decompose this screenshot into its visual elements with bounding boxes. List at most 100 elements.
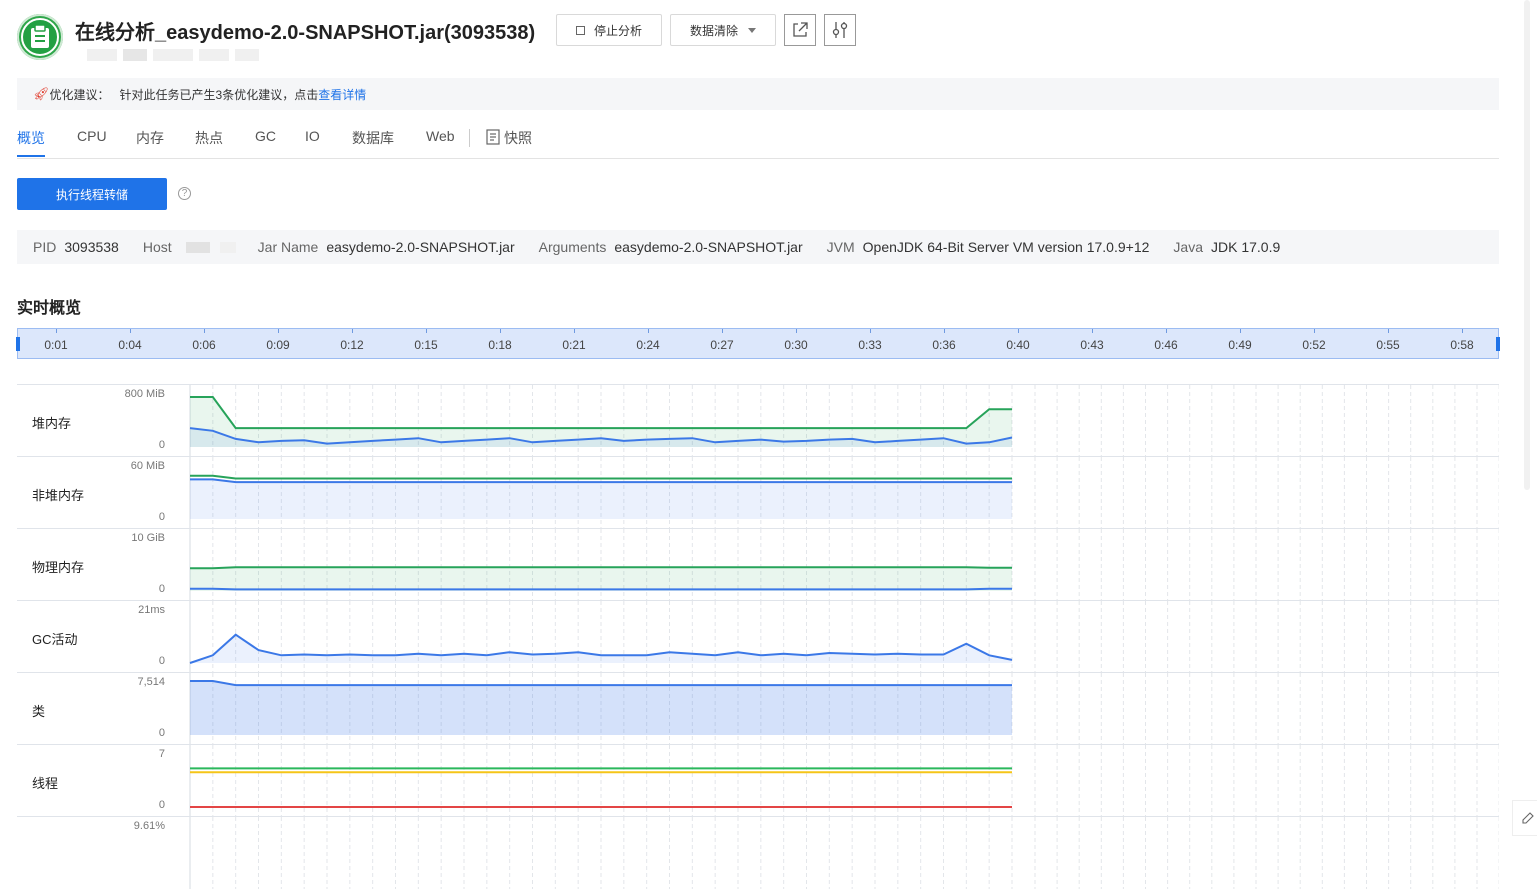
metric-chart[interactable] <box>17 745 1499 817</box>
page-header: 在线分析_easydemo-2.0-SNAPSHOT.jar(3093538) … <box>17 12 1497 64</box>
timeline-tick-mark <box>1314 329 1315 333</box>
metric-min-label: 0 <box>158 655 165 667</box>
metric-row: 物理内存 10 GiB 0 <box>17 528 1499 601</box>
metric-min-label: 0 <box>158 799 165 811</box>
metric-row: 9.61% <box>17 816 1499 889</box>
timeline-tick-mark <box>796 329 797 333</box>
timeline-tick-mark <box>648 329 649 333</box>
rocket-icon: 🚀︎ <box>33 86 50 101</box>
timeline-tick-label: 0:27 <box>710 338 734 352</box>
java-value: JDK 17.0.9 <box>1210 239 1281 255</box>
tab-database[interactable]: 数据库 <box>352 128 394 148</box>
timeline-tick-label: 0:15 <box>414 338 438 352</box>
timeline-tick-mark <box>1092 329 1093 333</box>
metric-name: 非堆内存 <box>32 488 85 503</box>
tab-memory[interactable]: 内存 <box>136 128 164 148</box>
timeline-tick-mark <box>500 329 501 333</box>
host-label: Host <box>142 239 172 255</box>
clear-data-dropdown[interactable]: 数据清除 <box>670 14 776 46</box>
metric-chart[interactable] <box>17 529 1499 601</box>
clipboard-icon <box>31 24 49 48</box>
metric-chart[interactable] <box>17 673 1499 745</box>
question-circle-icon[interactable]: ? <box>178 187 191 200</box>
page-scrollbar[interactable] <box>1524 0 1530 490</box>
metric-max-label: 800 MiB <box>124 388 165 400</box>
series-area <box>190 479 1012 519</box>
metric-max-label: 21ms <box>138 604 165 616</box>
metric-min-label: 0 <box>158 439 165 451</box>
tab-gc[interactable]: GC <box>255 128 276 144</box>
metric-chart[interactable] <box>17 385 1499 457</box>
metric-max-label: 60 MiB <box>130 460 165 472</box>
metric-max-label: 7 <box>158 748 165 760</box>
metric-min-label: 0 <box>158 583 165 595</box>
chevron-down-icon <box>748 27 756 33</box>
timeline-tick-mark <box>722 329 723 333</box>
timeline-tick-mark <box>870 329 871 333</box>
host-value-redacted <box>185 241 210 253</box>
series-line <box>190 566 1012 570</box>
subtitle-redacted <box>87 48 307 61</box>
metric-chart[interactable] <box>17 817 1499 889</box>
series-line <box>190 474 1012 480</box>
java-label: Java <box>1173 239 1203 255</box>
timeline-tick-label: 0:52 <box>1302 338 1326 352</box>
timeline-tick-mark <box>204 329 205 333</box>
pid-label: PID <box>33 239 57 255</box>
feedback-tab[interactable] <box>1512 800 1537 836</box>
timeline-tick-label: 0:24 <box>636 338 660 352</box>
timeline-range-selector[interactable]: 0:01 0:04 0:06 0:09 0:12 0:15 0:18 0:21 0:24 0:27… <box>16 328 1500 359</box>
timeline-tick-label: 0:30 <box>784 338 808 352</box>
settings-button[interactable] <box>824 14 856 46</box>
metric-max-label: 7,514 <box>137 676 165 688</box>
timeline-tick-mark <box>1388 329 1389 333</box>
metric-row: 类 7,514 0 <box>17 672 1499 745</box>
share-button[interactable] <box>784 14 816 46</box>
metric-name: 线程 <box>32 776 59 791</box>
timeline-tick-mark <box>1240 329 1241 333</box>
sliders-icon <box>832 22 848 38</box>
timeline-tick-label: 0:06 <box>192 338 216 352</box>
metric-chart[interactable] <box>17 457 1499 529</box>
metric-row: 线程 7 0 <box>17 744 1499 817</box>
tab-snapshot[interactable]: 快照 <box>485 128 532 148</box>
tab-hotspot[interactable]: 热点 <box>195 128 223 148</box>
metric-row: 堆内存 800 MiB 0 <box>17 384 1499 457</box>
tab-io[interactable]: IO <box>305 128 320 144</box>
tab-overview[interactable]: 概览 <box>17 128 45 148</box>
stop-analysis-button[interactable]: 停止分析 <box>556 14 662 46</box>
timeline-tick-mark <box>278 329 279 333</box>
metric-max-label: 10 GiB <box>131 532 165 544</box>
metric-row: GC活动 21ms 0 <box>17 600 1499 673</box>
timeline-tick-label: 0:01 <box>44 338 68 352</box>
timeline-tick-label: 0:12 <box>340 338 364 352</box>
timeline-left-handle[interactable] <box>16 337 20 351</box>
series-area <box>190 681 1012 735</box>
jvm-label: JVM <box>826 239 855 255</box>
active-tab-indicator <box>17 155 45 157</box>
timeline-right-handle[interactable] <box>1496 337 1500 351</box>
tab-separator <box>469 129 470 147</box>
metric-min-label: 0 <box>158 511 165 523</box>
timeline-tick-label: 0:04 <box>118 338 142 352</box>
tab-cpu[interactable]: CPU <box>77 128 107 144</box>
timeline-tick-label: 0:36 <box>932 338 956 352</box>
arguments-label: Arguments <box>538 239 607 255</box>
timeline-tick-label: 0:58 <box>1450 338 1474 352</box>
metric-max-label: 9.61% <box>133 820 165 832</box>
timeline-tick-label: 0:18 <box>488 338 512 352</box>
thread-dump-button[interactable]: 执行线程转储 <box>17 178 167 210</box>
view-details-link[interactable]: 查看详情 <box>318 86 366 103</box>
arguments-value: easydemo-2.0-SNAPSHOT.jar <box>614 239 803 255</box>
timeline-tick-mark <box>1166 329 1167 333</box>
metric-name: 物理内存 <box>32 560 85 575</box>
timeline-tick-label: 0:21 <box>562 338 586 352</box>
tab-bar: 概览 CPU 内存 热点 GC IO 数据库 Web 快照 <box>17 124 1499 159</box>
tab-web[interactable]: Web <box>426 128 455 144</box>
timeline-tick-label: 0:43 <box>1080 338 1104 352</box>
metric-chart[interactable] <box>17 601 1499 673</box>
timeline-tick-label: 0:55 <box>1376 338 1400 352</box>
page-title: 在线分析_easydemo-2.0-SNAPSHOT.jar(3093538) <box>75 22 536 44</box>
timeline-tick-label: 0:33 <box>858 338 882 352</box>
timeline-tick-mark <box>574 329 575 333</box>
